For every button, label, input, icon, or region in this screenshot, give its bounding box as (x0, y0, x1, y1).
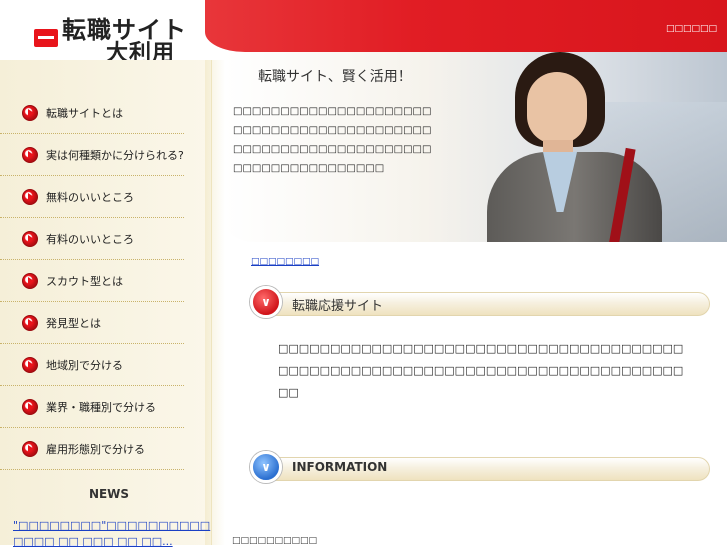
play-icon (22, 104, 38, 121)
sidebar-item-paid[interactable]: 有料のいいところ (0, 218, 184, 260)
play-icon (22, 440, 38, 457)
sidebar-item-employment[interactable]: 雇用形態別で分ける (0, 428, 184, 470)
play-icon (22, 146, 38, 163)
section-body-text: □□□□□□□□□□□□□□□□□□□□□□□□□□□□□□□□□□□□□□□□… (278, 342, 684, 399)
sidebar-item-label: 発見型とは (46, 316, 101, 330)
sidebar-item-what-is[interactable]: 転職サイトとは (0, 92, 184, 134)
news-heading: NEWS (88, 487, 130, 501)
sidebar-item-scout[interactable]: スカウト型とは (0, 260, 184, 302)
section-heading-information: ∨ INFORMATION (250, 451, 710, 485)
sidebar-shadow (205, 60, 225, 545)
hero-banner: 転職サイト、賢く活用！ □□□□□□□□□□□□□□□□□□□□□□□□□□□□… (225, 52, 727, 242)
hero-person-coat (487, 152, 662, 242)
section-heading-support: ∨ 転職応援サイト (250, 286, 710, 320)
play-icon (22, 356, 38, 373)
sidebar-item-industry[interactable]: 業界・職種別で分ける (0, 386, 184, 428)
sidebar-item-free[interactable]: 無料のいいところ (0, 176, 184, 218)
play-icon (22, 272, 38, 289)
sidebar-item-discovery[interactable]: 発見型とは (0, 302, 184, 344)
breadcrumb[interactable]: □□□□□□□□ (251, 257, 319, 267)
chevron-down-icon: ∨ (250, 451, 282, 483)
sidebar-item-label: 業界・職種別で分ける (46, 400, 156, 414)
logo-mark-icon (34, 29, 58, 47)
sidebar-item-label: 地域別で分ける (46, 358, 123, 372)
play-icon (22, 314, 38, 331)
header-top-link[interactable]: □□□□□□ (666, 24, 717, 34)
hero-person-face (527, 72, 587, 144)
play-icon (22, 230, 38, 247)
sidebar-item-label: 実は何種類かに分けられる? (46, 148, 184, 162)
sidebar-item-region[interactable]: 地域別で分ける (0, 344, 184, 386)
news-link[interactable]: "□□□□□□□□"□□□□□□□□□□□□□□ □□ □□□ □□ □□... (13, 518, 218, 550)
sidebar-item-label: 雇用形態別で分ける (46, 442, 145, 456)
header-banner: □□□□□□ (205, 0, 727, 52)
section-heading-label: 転職応援サイト (292, 299, 384, 314)
section-heading-label: INFORMATION (292, 460, 388, 474)
logo[interactable]: 転職サイト 大利用 (0, 0, 212, 66)
sidebar-item-label: 転職サイトとは (46, 106, 123, 120)
hero-title: 転職サイト、賢く活用！ (258, 69, 412, 85)
sidebar-item-label: 無料のいいところ (46, 190, 134, 204)
chevron-down-icon: ∨ (250, 286, 282, 318)
hero-text: □□□□□□□□□□□□□□□□□□□□□□□□□□□□□□□□□□□□□□□□… (233, 106, 432, 174)
play-icon (22, 398, 38, 415)
sidebar-item-types[interactable]: 実は何種類かに分けられる? (0, 134, 184, 176)
sidebar-item-label: スカウト型とは (46, 274, 123, 288)
play-icon (22, 188, 38, 205)
sidebar-item-label: 有料のいいところ (46, 232, 134, 246)
header: 転職サイト 大利用 □□□□□□ (0, 0, 727, 66)
